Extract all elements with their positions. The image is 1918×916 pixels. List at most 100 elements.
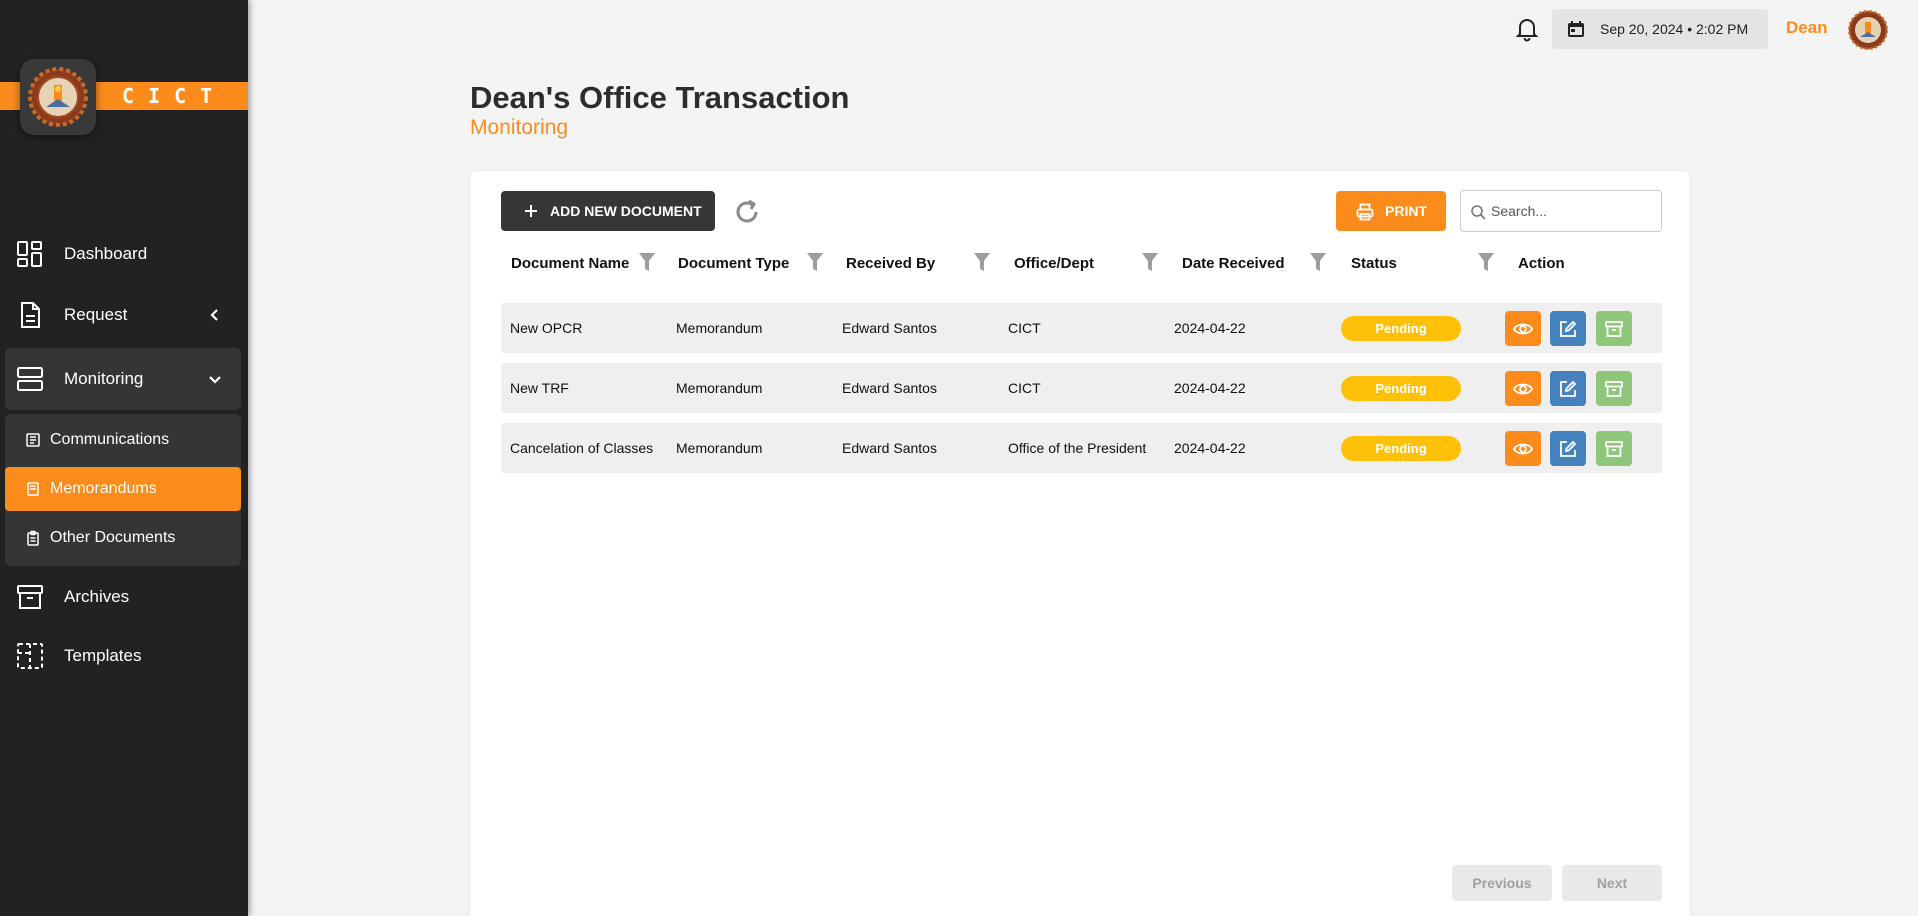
filter-icon[interactable]: [638, 252, 656, 272]
date-time-text: Sep 20, 2024 • 2:02 PM: [1600, 21, 1748, 37]
dashboard-icon: [17, 241, 42, 267]
sidebar-item-dashboard[interactable]: Dashboard: [0, 226, 248, 282]
archive-button[interactable]: [1596, 431, 1632, 466]
view-button[interactable]: [1505, 311, 1541, 346]
monitoring-group: Monitoring Communications Memorandums Ot…: [5, 348, 241, 566]
cell-date-received: 2024-04-22: [1174, 380, 1246, 396]
page-title: Dean's Office Transaction: [470, 80, 850, 115]
date-time-display: Sep 20, 2024 • 2:02 PM: [1552, 9, 1768, 49]
archive-button[interactable]: [1596, 371, 1632, 406]
column-header-date-received: Date Received: [1182, 255, 1285, 272]
edit-icon: [1560, 320, 1577, 337]
submenu-item-other-documents[interactable]: Other Documents: [5, 516, 241, 560]
sidebar-item-label: Archives: [64, 587, 130, 606]
current-date: Sep 20, 2024: [1600, 21, 1684, 37]
avatar[interactable]: [1848, 10, 1888, 50]
print-button[interactable]: PRINT: [1336, 191, 1446, 231]
view-button[interactable]: [1505, 371, 1541, 406]
cell-document-type: Memorandum: [676, 380, 763, 396]
submenu-item-memorandums[interactable]: Memorandums: [5, 467, 241, 511]
cell-received-by: Edward Santos: [842, 440, 937, 456]
sidebar-item-request[interactable]: Request: [0, 287, 248, 343]
submenu-item-label: Other Documents: [50, 529, 176, 546]
user-name[interactable]: Dean: [1786, 18, 1828, 38]
cell-date-received: 2024-04-22: [1174, 320, 1246, 336]
edit-icon: [1560, 380, 1577, 397]
filter-icon[interactable]: [806, 252, 824, 272]
column-header-document-name: Document Name: [511, 255, 630, 272]
printer-icon: [1356, 203, 1374, 221]
search-input[interactable]: [1491, 201, 1651, 221]
column-header-status: Status: [1351, 255, 1397, 272]
add-new-document-button[interactable]: ADD NEW DOCUMENT: [501, 191, 715, 231]
column-header-received-by: Received By: [846, 255, 936, 272]
archive-box-icon: [17, 585, 43, 609]
bell-icon[interactable]: [1514, 16, 1540, 42]
edit-icon: [1560, 440, 1577, 457]
archive-icon: [1605, 321, 1623, 337]
clipboard-icon: [27, 530, 39, 546]
template-icon: [17, 643, 43, 669]
document-icon: [21, 302, 40, 328]
sidebar-item-label: Dashboard: [64, 244, 148, 263]
add-new-document-label: ADD NEW DOCUMENT: [550, 203, 702, 219]
date-separator: •: [1687, 21, 1693, 37]
column-header-office-dept: Office/Dept: [1014, 255, 1095, 272]
archive-icon: [1605, 381, 1623, 397]
brand-logo[interactable]: [20, 59, 96, 135]
column-header-action: Action: [1518, 255, 1565, 272]
cell-received-by: Edward Santos: [842, 320, 937, 336]
filter-icon[interactable]: [973, 252, 991, 272]
sidebar-item-label: Monitoring: [64, 369, 144, 388]
brand-name: CICT: [122, 84, 227, 108]
cell-document-name: New OPCR: [510, 320, 583, 336]
search-box: [1460, 190, 1662, 232]
previous-page-button[interactable]: Previous: [1452, 865, 1552, 901]
column-header-document-type: Document Type: [678, 255, 790, 272]
cell-document-type: Memorandum: [676, 440, 763, 456]
filter-icon[interactable]: [1309, 252, 1327, 272]
newspaper-icon: [26, 433, 40, 447]
print-label: PRINT: [1385, 203, 1427, 219]
cell-office-dept: CICT: [1008, 380, 1041, 396]
server-icon: [17, 367, 43, 391]
monitoring-submenu: Communications Memorandums Other Documen…: [5, 414, 241, 566]
sidebar-item-label: Request: [64, 305, 128, 324]
eye-icon: [1513, 323, 1533, 335]
archive-button[interactable]: [1596, 311, 1632, 346]
plus-icon: [525, 205, 537, 217]
cell-received-by: Edward Santos: [842, 380, 937, 396]
table-row: New TRF Memorandum Edward Santos CICT 20…: [501, 363, 1662, 413]
table-row: New OPCR Memorandum Edward Santos CICT 2…: [501, 303, 1662, 353]
submenu-item-label: Communications: [50, 431, 170, 448]
sidebar: CICT Dashboard Request Monitoring Commun…: [0, 0, 248, 916]
status-badge: Pending: [1341, 316, 1461, 341]
next-page-button[interactable]: Next: [1562, 865, 1662, 901]
sidebar-item-archives[interactable]: Archives: [0, 569, 248, 625]
archive-icon: [1605, 441, 1623, 457]
documents-card: ADD NEW DOCUMENT PRINT Document Name Doc…: [470, 171, 1690, 916]
memo-icon: [27, 482, 39, 496]
submenu-item-communications[interactable]: Communications: [5, 418, 241, 462]
view-button[interactable]: [1505, 431, 1541, 466]
current-time: 2:02 PM: [1695, 21, 1749, 37]
refresh-icon[interactable]: [732, 197, 762, 227]
eye-icon: [1513, 383, 1533, 395]
edit-button[interactable]: [1550, 431, 1586, 466]
cell-document-name: Cancelation of Classes: [510, 440, 654, 456]
cell-office-dept: Office of the President: [1008, 440, 1147, 456]
sidebar-item-monitoring[interactable]: Monitoring: [5, 348, 241, 410]
filter-icon[interactable]: [1477, 252, 1495, 272]
edit-button[interactable]: [1550, 311, 1586, 346]
chevron-down-icon: [209, 376, 221, 384]
cell-date-received: 2024-04-22: [1174, 440, 1246, 456]
status-badge: Pending: [1341, 376, 1461, 401]
sidebar-item-label: Templates: [64, 646, 142, 665]
filter-icon[interactable]: [1141, 252, 1159, 272]
chevron-left-icon: [210, 309, 218, 321]
sidebar-item-templates[interactable]: Templates: [0, 628, 248, 684]
table-row: Cancelation of Classes Memorandum Edward…: [501, 423, 1662, 473]
cell-document-type: Memorandum: [676, 320, 763, 336]
sidebar-item-monitoring-row[interactable]: Monitoring: [0, 351, 248, 407]
edit-button[interactable]: [1550, 371, 1586, 406]
